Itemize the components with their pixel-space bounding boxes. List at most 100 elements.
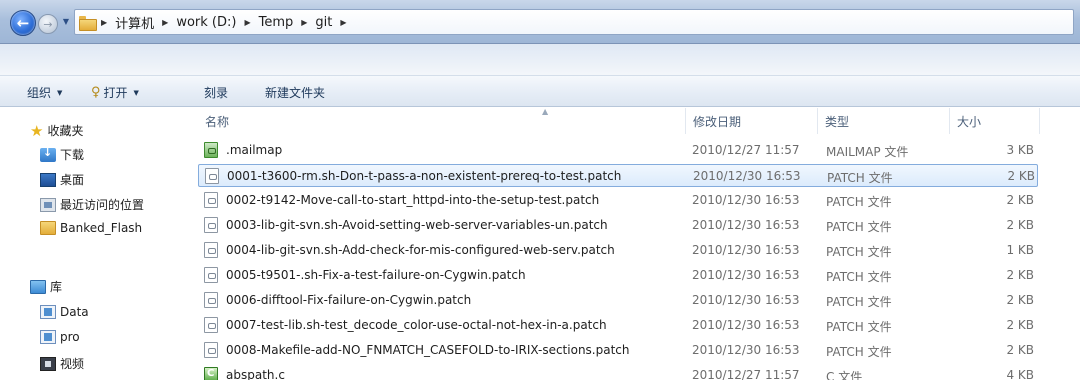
nav-favorites[interactable]: ★ 收藏夹: [30, 122, 83, 139]
patch-file-icon: [204, 267, 218, 283]
organize-button[interactable]: 组织 ▼: [27, 84, 62, 101]
address-bar-spacer: [0, 44, 1080, 75]
file-type: PATCH 文件: [827, 171, 893, 185]
sort-ascending-icon: ▲: [542, 107, 549, 116]
file-size: 2 KB: [1006, 293, 1034, 307]
chevron-down-icon: ▼: [57, 88, 63, 97]
column-header-label: 大小: [957, 114, 982, 129]
breadcrumb-temp[interactable]: Temp: [259, 15, 294, 30]
patch-file-icon: [204, 292, 218, 308]
burn-button[interactable]: 刻录: [204, 84, 228, 101]
column-header-type[interactable]: 类型: [818, 108, 950, 134]
document-library-icon: [40, 305, 56, 319]
file-type: PATCH 文件: [826, 295, 892, 309]
library-icon: [30, 279, 46, 294]
file-type: PATCH 文件: [826, 270, 892, 284]
file-row[interactable]: 0008-Makefile-add-NO_FNMATCH_CASEFOLD-to…: [198, 339, 1038, 362]
organize-label: 组织: [27, 86, 52, 100]
nav-label: 桌面: [60, 173, 85, 187]
column-header-date[interactable]: 修改日期: [686, 108, 818, 134]
file-type: PATCH 文件: [826, 220, 892, 234]
file-list: 名称 ▲ 修改日期 类型 大小 .mailmap 2010/12/27 11:57…: [190, 107, 1080, 380]
forward-button[interactable]: →: [38, 14, 58, 34]
open-button[interactable]: ♀ 打开 ▼: [91, 84, 139, 101]
file-type: MAILMAP 文件: [826, 145, 909, 159]
chevron-down-icon: ▼: [133, 88, 139, 97]
nav-label: 最近访问的位置: [60, 198, 145, 212]
column-header-name[interactable]: 名称 ▲: [198, 107, 686, 134]
file-date: 2010/12/30 16:53: [693, 169, 801, 183]
breadcrumb-arrow-icon[interactable]: ▶: [162, 18, 168, 27]
file-size: 2 KB: [1007, 169, 1035, 183]
breadcrumb-arrow-icon[interactable]: ▶: [301, 18, 307, 27]
nav-item-desktop[interactable]: 桌面: [40, 171, 84, 188]
file-name: 0001-t3600-rm.sh-Don-t-pass-a-non-existe…: [227, 169, 622, 183]
breadcrumb-arrow-icon[interactable]: ▶: [101, 18, 107, 27]
arrow-right-icon: →: [43, 17, 53, 31]
patch-file-icon: [204, 217, 218, 233]
file-date: 2010/12/30 16:53: [692, 193, 800, 207]
nav-label: 收藏夹: [47, 124, 84, 138]
desktop-icon: [40, 172, 56, 187]
file-date: 2010/12/30 16:53: [692, 218, 800, 232]
file-name: 0002-t9142-Move-call-to-start_httpd-into…: [226, 193, 600, 207]
file-name: 0004-lib-git-svn.sh-Add-check-for-mis-co…: [226, 243, 615, 257]
patch-file-icon: [204, 342, 218, 358]
breadcrumb-arrow-icon[interactable]: ▶: [340, 18, 346, 27]
breadcrumb-label: git: [315, 14, 333, 30]
file-size: 2 KB: [1006, 268, 1034, 282]
patch-file-icon: [204, 242, 218, 258]
address-box[interactable]: ▶ 计算机 ▶ work (D:) ▶ Temp ▶ git ▶: [74, 9, 1074, 35]
nav-item-videos[interactable]: 视频: [40, 355, 84, 372]
file-name: 0008-Makefile-add-NO_FNMATCH_CASEFOLD-to…: [226, 343, 630, 357]
file-row[interactable]: .mailmap 2010/12/27 11:57 MAILMAP 文件 3 KB: [198, 139, 1038, 162]
download-folder-icon: [40, 146, 56, 162]
breadcrumb-label: 计算机: [115, 16, 155, 32]
git-file-icon: [204, 142, 218, 158]
nav-label: pro: [60, 330, 80, 344]
open-label: 打开: [103, 86, 128, 100]
file-row[interactable]: abspath.c 2010/12/27 11:57 C 文件 4 KB: [198, 364, 1038, 380]
file-name: 0007-test-lib.sh-test_decode_color-use-o…: [226, 318, 607, 332]
back-button[interactable]: ←: [10, 10, 36, 36]
recent-pages-dropdown[interactable]: ▼: [60, 17, 72, 29]
file-size: 4 KB: [1006, 368, 1034, 380]
file-row[interactable]: 0007-test-lib.sh-test_decode_color-use-o…: [198, 314, 1038, 337]
nav-item-data[interactable]: Data: [40, 305, 89, 319]
file-row[interactable]: 0002-t9142-Move-call-to-start_httpd-into…: [198, 189, 1038, 212]
file-type: C 文件: [826, 370, 863, 380]
video-library-icon: [40, 356, 56, 371]
nav-item-banked-flash[interactable]: Banked_Flash: [40, 221, 142, 235]
address-bar-area: ← → ▼ ▶ 计算机 ▶ work (D:) ▶ Temp ▶ git ▶: [0, 0, 1080, 44]
file-name: 0006-difftool-Fix-failure-on-Cygwin.patc…: [226, 293, 472, 307]
nav-item-recent-places[interactable]: 最近访问的位置: [40, 196, 144, 213]
nav-libraries[interactable]: 库: [30, 278, 62, 295]
nav-item-pro[interactable]: pro: [40, 330, 80, 344]
recent-places-icon: [40, 197, 56, 212]
folder-icon: [40, 221, 56, 235]
patch-file-icon: [205, 168, 219, 184]
file-row[interactable]: 0005-t9501-.sh-Fix-a-test-failure-on-Cyg…: [198, 264, 1038, 287]
nav-label: 下载: [60, 148, 85, 162]
new-folder-button[interactable]: 新建文件夹: [265, 84, 325, 101]
open-icon: ♀: [91, 85, 101, 100]
file-date: 2010/12/27 11:57: [692, 143, 800, 157]
breadcrumb-work-drive[interactable]: work (D:): [176, 15, 236, 30]
file-name: 0005-t9501-.sh-Fix-a-test-failure-on-Cyg…: [226, 268, 526, 282]
file-row[interactable]: 0004-lib-git-svn.sh-Add-check-for-mis-co…: [198, 239, 1038, 262]
column-header-size[interactable]: 大小: [950, 108, 1040, 134]
breadcrumb-arrow-icon[interactable]: ▶: [244, 18, 250, 27]
star-icon: ★: [30, 121, 44, 140]
file-row[interactable]: 0001-t3600-rm.sh-Don-t-pass-a-non-existe…: [198, 164, 1038, 187]
nav-item-downloads[interactable]: 下载: [40, 146, 84, 163]
breadcrumb-computer[interactable]: 计算机: [115, 13, 154, 32]
file-name: .mailmap: [226, 143, 283, 157]
nav-label: Data: [60, 305, 89, 319]
file-row[interactable]: 0003-lib-git-svn.sh-Avoid-setting-web-se…: [198, 214, 1038, 237]
file-date: 2010/12/30 16:53: [692, 243, 800, 257]
breadcrumb-git[interactable]: git: [315, 15, 332, 30]
c-source-file-icon: [204, 367, 218, 380]
file-row[interactable]: 0006-difftool-Fix-failure-on-Cygwin.patc…: [198, 289, 1038, 312]
nav-label: Banked_Flash: [60, 221, 143, 235]
patch-file-icon: [204, 192, 218, 208]
